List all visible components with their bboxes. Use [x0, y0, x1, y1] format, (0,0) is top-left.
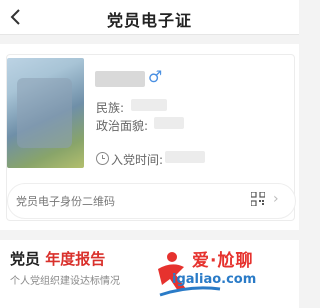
join-date-value-redacted: [165, 151, 205, 163]
ethnicity-value-redacted: [131, 99, 167, 111]
member-name-redacted: [95, 71, 145, 87]
clock-icon: [96, 152, 109, 165]
page-title: 党员电子证: [106, 11, 192, 30]
watermark-url: igaliao.com: [172, 272, 257, 287]
qr-code-label: 党员电子身份二维码: [16, 195, 115, 208]
top-bar: 党员电子证: [0, 0, 299, 35]
ethnicity-label: 民族:: [96, 101, 125, 115]
member-photo: [7, 58, 84, 168]
male-icon: ♂: [148, 67, 163, 86]
watermark-text: 爱·尬聊: [192, 251, 254, 271]
member-info-panel: ♂ 民族: 政治面貌: 入党时间: 党员电子身份二维码 ›: [6, 54, 296, 221]
qr-code-row[interactable]: 党员电子身份二维码 ›: [7, 183, 296, 219]
political-status-value-redacted: [154, 117, 184, 129]
member-card: ♂ 民族: 政治面貌: 入党时间: 党员电子身份二维码 ›: [0, 44, 299, 230]
political-status-label: 政治面貌:: [96, 119, 149, 133]
report-title-prefix: 党员: [10, 250, 41, 268]
report-subtitle: 个人党组织建设达标情况: [10, 276, 120, 287]
qr-code-icon: [251, 192, 265, 206]
report-title-highlight: 年度报告: [45, 250, 106, 268]
report-title: 党员 年度报告: [10, 248, 105, 269]
chevron-right-icon: ›: [273, 191, 279, 207]
join-date-label: 入党时间:: [111, 153, 164, 167]
